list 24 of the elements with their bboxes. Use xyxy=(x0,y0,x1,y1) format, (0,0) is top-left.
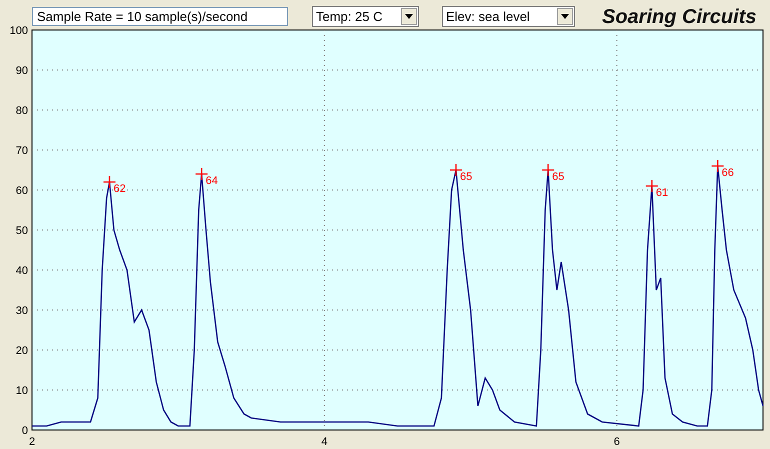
y-tick-label: 70 xyxy=(16,145,28,157)
y-tick-label: 0 xyxy=(22,425,28,437)
sample-rate-field[interactable]: Sample Rate = 10 sample(s)/second xyxy=(32,7,288,26)
peak-label: 64 xyxy=(206,175,218,187)
x-tick-label: 4 xyxy=(321,436,328,448)
temperature-dropdown[interactable]: Temp: 25 C xyxy=(312,6,419,27)
y-tick-label: 50 xyxy=(16,225,28,237)
peak-label: 66 xyxy=(722,167,734,179)
y-tick-label: 10 xyxy=(16,385,28,397)
y-tick-label: 80 xyxy=(16,105,28,117)
y-tick-label: 90 xyxy=(16,65,28,77)
peak-label: 65 xyxy=(552,171,564,183)
y-tick-label: 30 xyxy=(16,305,28,317)
elevation-dropdown[interactable]: Elev: sea level xyxy=(442,6,575,27)
x-tick-label: 2 xyxy=(28,436,36,448)
y-tick-label: 40 xyxy=(16,265,28,277)
logo-text: Soaring Circuits xyxy=(602,5,756,30)
y-tick-label: 20 xyxy=(16,345,28,357)
y-tick-label: 100 xyxy=(10,25,28,37)
peak-label: 61 xyxy=(656,187,668,199)
peak-label: 62 xyxy=(113,183,126,195)
peak-label: 65 xyxy=(460,171,472,183)
x-tick-label: 6 xyxy=(614,436,620,448)
y-tick-label: 60 xyxy=(16,185,28,197)
